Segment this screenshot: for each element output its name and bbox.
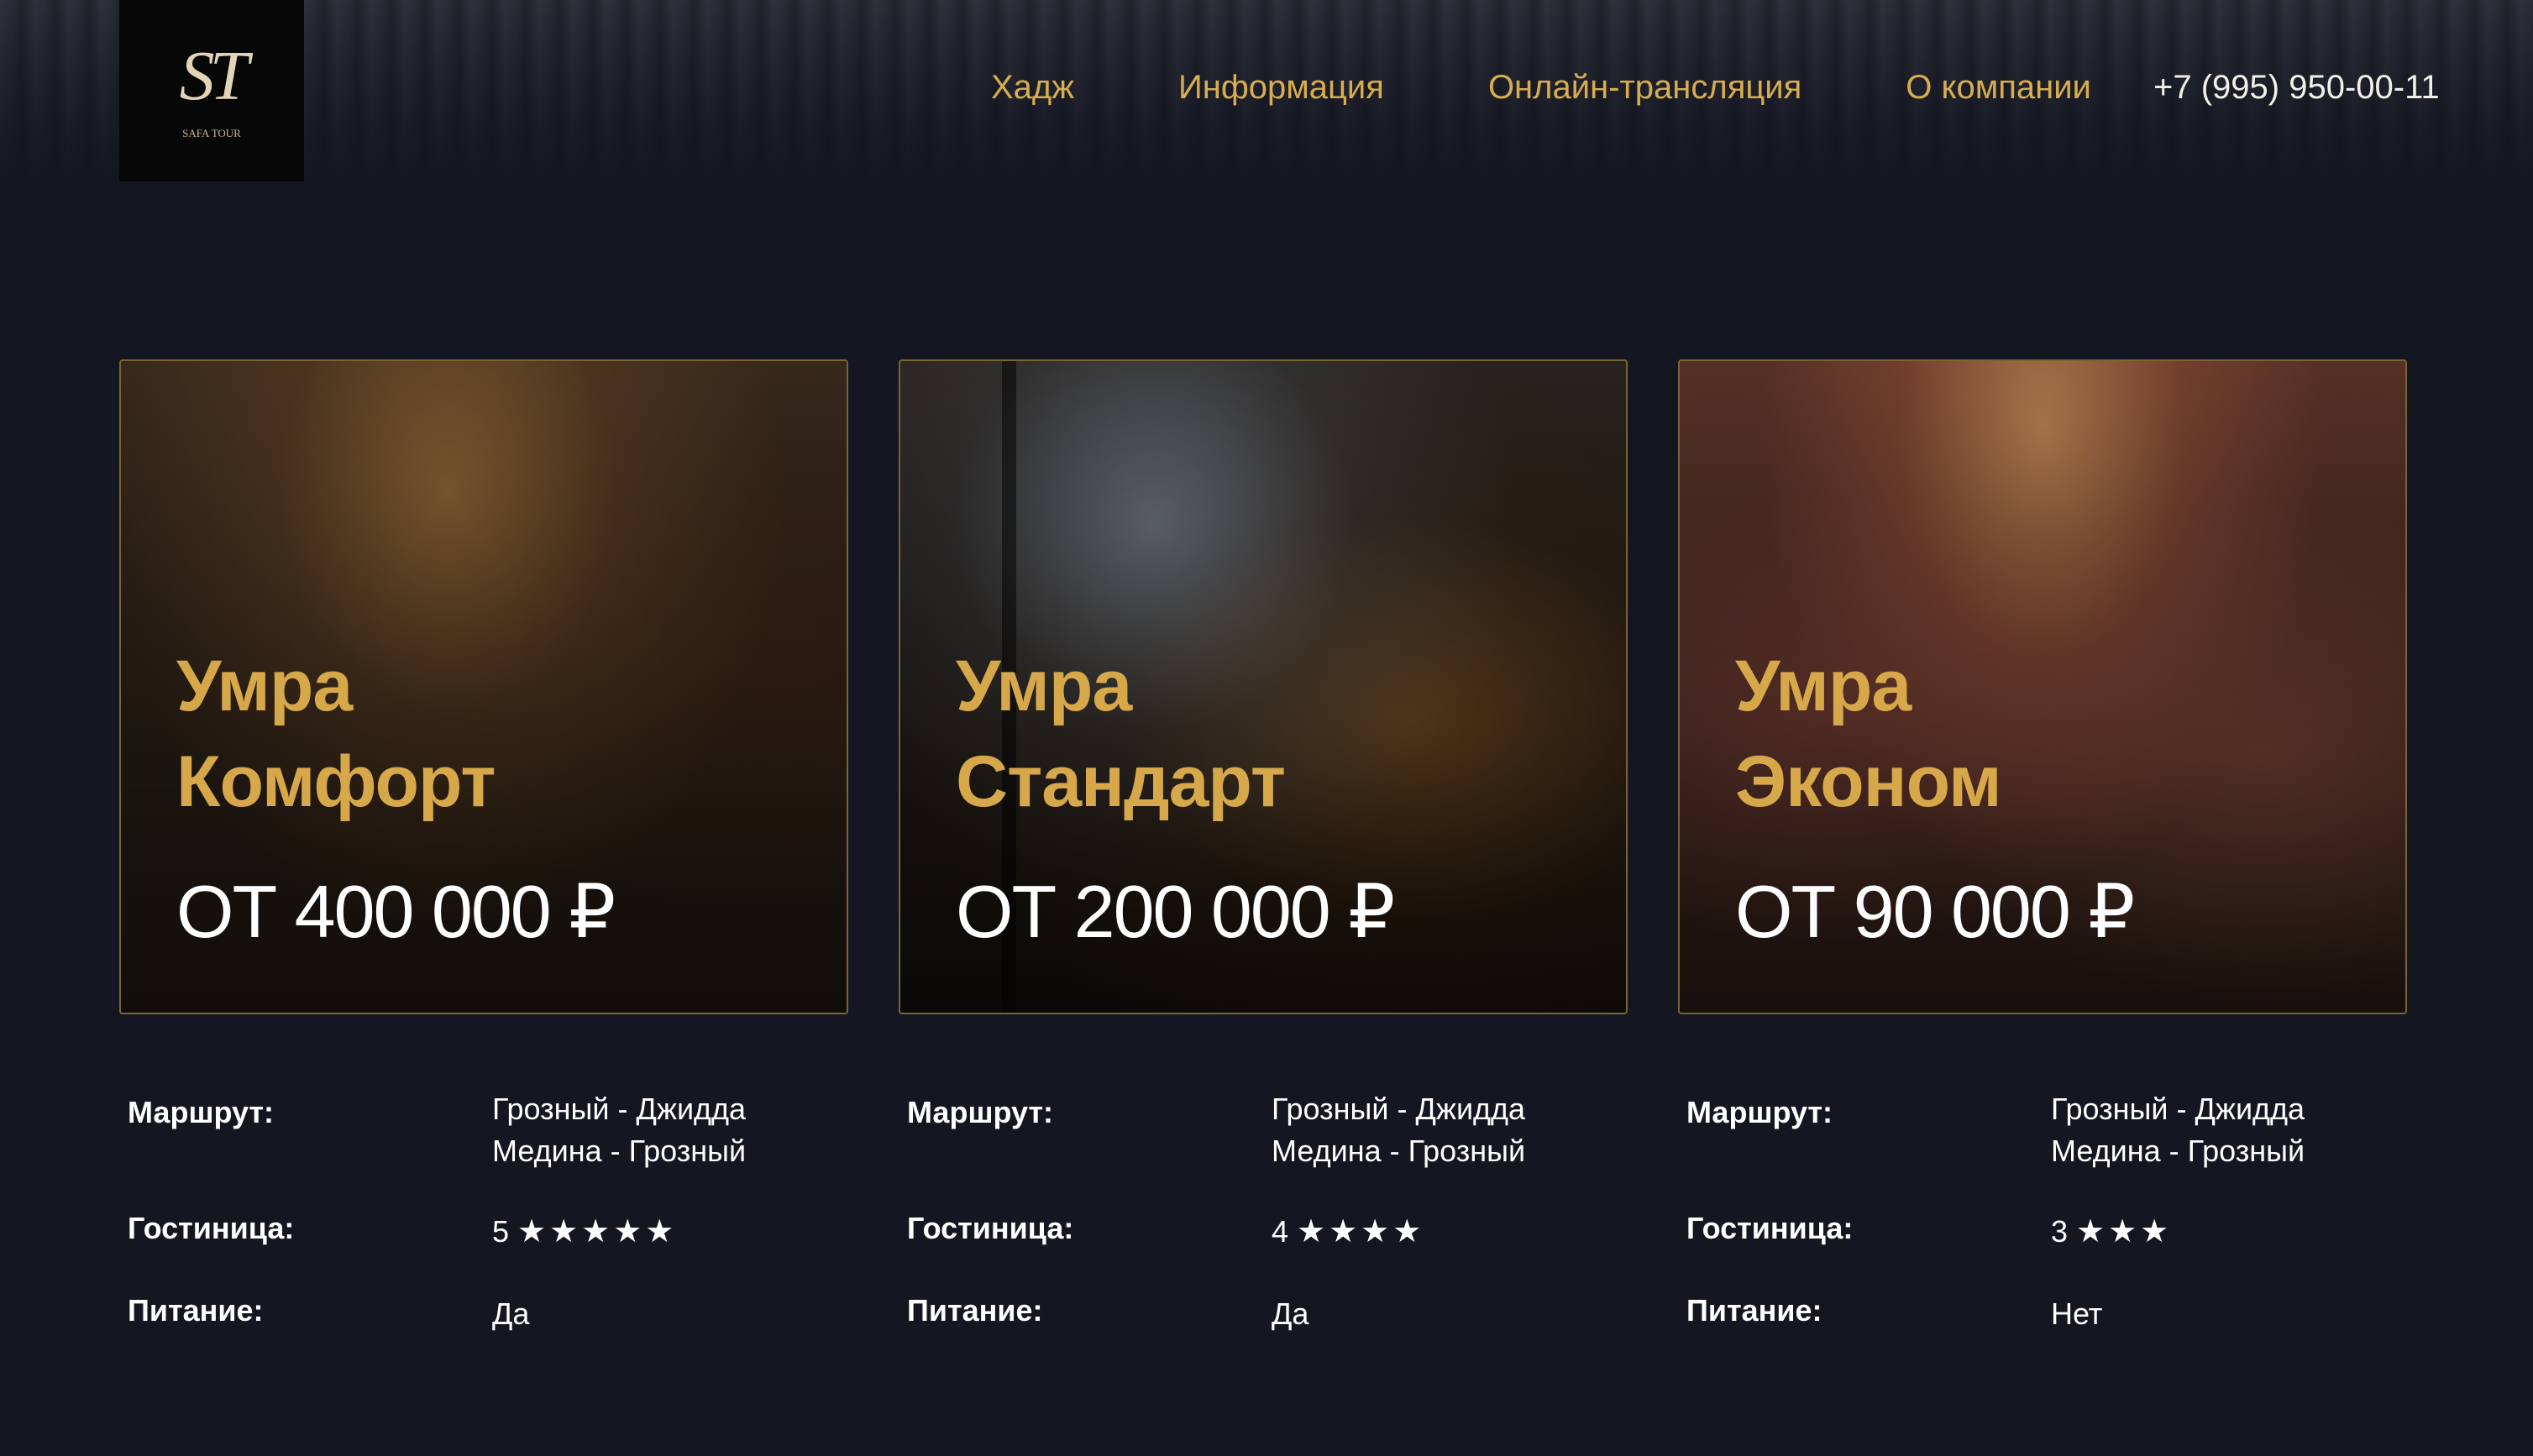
meal-label: Питание: [128,1293,264,1328]
route-line1: Грозный - Джидда [492,1092,747,1126]
card-title: Умра Стандарт [956,638,1286,830]
meal-value: Да [492,1296,530,1331]
hotel-rating: 5 [492,1214,510,1249]
hotel-value: 4 ★★★★ [1272,1211,1424,1253]
card-title-line2: Эконом [1735,741,2002,822]
meal-value: Нет [2051,1296,2103,1331]
route-label: Маршрут: [907,1095,1054,1129]
main-nav: Хадж Информация Онлайн-трансляция О комп… [991,62,2195,113]
card-title-line1: Умра [1735,646,1912,726]
meal-value: Да [1272,1296,1309,1331]
tour-card-comfort[interactable]: Умра Комфорт ОТ 400 000 ₽ [119,359,848,1014]
route-line2: Медина - Грозный [1272,1134,1526,1168]
meal-label: Питание: [1686,1293,1822,1328]
star-rating-icon: ★★★ [2076,1214,2173,1249]
tour-card-economy[interactable]: Умра Эконом ОТ 90 000 ₽ [1678,359,2407,1014]
hotel-label: Гостиница: [128,1211,295,1245]
hotel-rating: 4 [1272,1214,1289,1249]
route-line2: Медина - Грозный [2051,1134,2305,1168]
card-price: ОТ 90 000 ₽ [1735,870,2135,953]
card-title-line1: Умра [956,646,1132,726]
card-title-line2: Стандарт [956,741,1286,822]
card-title: Умра Эконом [1735,638,2002,830]
hotel-label: Гостиница: [907,1211,1074,1245]
card-title: Умра Комфорт [176,638,496,830]
route-label: Маршрут: [128,1095,275,1129]
hotel-value: 3 ★★★ [2051,1211,2172,1253]
star-rating-icon: ★★★★★ [517,1214,678,1249]
nav-item-about[interactable]: О компании [1906,69,2091,107]
nav-item-information[interactable]: Информация [1178,69,1384,107]
card-price: ОТ 400 000 ₽ [176,870,616,953]
hotel-value: 5 ★★★★★ [492,1211,677,1253]
route-line1: Грозный - Джидда [1272,1092,1526,1126]
hotel-label: Гостиница: [1686,1211,1854,1245]
logo-text: SAFA TOUR [182,127,241,139]
page: ST SAFA TOUR Хадж Информация Онлайн-тран… [0,0,2533,1456]
card-title-line1: Умра [176,646,353,726]
card-price: ОТ 200 000 ₽ [956,870,1395,953]
route-value: Грозный - Джидда Медина - Грозный [2051,1088,2305,1172]
logo-mark: ST [179,37,249,115]
route-line2: Медина - Грозный [492,1134,747,1168]
route-value: Грозный - Джидда Медина - Грозный [492,1088,746,1172]
nav-item-live-stream[interactable]: Онлайн-трансляция [1488,69,1801,107]
hotel-rating: 3 [2051,1214,2069,1249]
route-line1: Грозный - Джидда [2051,1092,2305,1126]
card-title-line2: Комфорт [176,741,496,822]
meal-label: Питание: [907,1293,1043,1328]
star-rating-icon: ★★★★ [1297,1214,1425,1249]
logo[interactable]: ST SAFA TOUR [119,0,304,181]
phone-link[interactable]: +7 (995) 950-00-11 [2153,62,2440,113]
nav-item-hajj[interactable]: Хадж [991,69,1074,107]
site-header: ST SAFA TOUR Хадж Информация Онлайн-тран… [0,0,2533,185]
route-label: Маршрут: [1686,1095,1833,1129]
tour-card-standard[interactable]: Умра Стандарт ОТ 200 000 ₽ [899,359,1628,1014]
route-value: Грозный - Джидда Медина - Грозный [1272,1088,1525,1172]
